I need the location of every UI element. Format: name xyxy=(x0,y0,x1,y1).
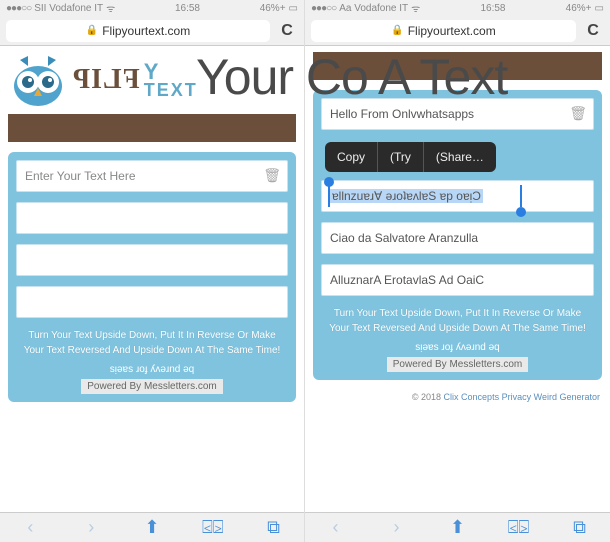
selection-bar-left xyxy=(328,185,330,207)
safari-toolbar: ‹ › ⬆︎ ⍃⍄ ⧉ xyxy=(0,512,304,542)
battery-label: 46%+ xyxy=(260,3,286,14)
address-bar: 🔒 Flipyourtext.com C xyxy=(0,16,304,46)
wifi-icon: ᯤ xyxy=(411,1,420,15)
info-text: Turn Your Text Upside Down, Put It In Re… xyxy=(16,328,288,358)
output-row-1[interactable] xyxy=(16,202,288,234)
flip-card: Enter Your Text Here 🗑 Turn Your Text Up… xyxy=(8,152,296,402)
text-input[interactable]: Enter Your Text Here 🗑 xyxy=(16,160,288,192)
selected-text: ɐllnzuɐɹ∀ ǝɹoʇɐʌlɐS ɐp oɐᴉƆ xyxy=(330,189,483,203)
bookmarks-button[interactable]: ⍃⍄ xyxy=(504,517,534,538)
output-row-2[interactable]: Ciao da Salvatore Aranzulla xyxy=(321,222,594,254)
flip-card: Hello From Onlvwhatsapps 🗑 Copy (Try (Sh… xyxy=(313,90,602,380)
share-button[interactable]: ⬆︎ xyxy=(137,517,167,538)
input-value: Hello From Onlvwhatsapps xyxy=(330,107,474,121)
status-bar: ●●●○○ SII Vodafone IT ᯤ 16:58 46%+ ▭ xyxy=(0,0,304,16)
clix-link[interactable]: Clix Concepts xyxy=(444,392,500,402)
carrier-label: SII Vodafone IT xyxy=(34,3,103,14)
weird-link[interactable]: Weird Generator xyxy=(534,392,600,402)
share-button[interactable]: (Share… xyxy=(424,142,496,172)
privacy-link[interactable]: Privacy xyxy=(502,392,532,402)
lock-icon: 🔒 xyxy=(391,25,403,36)
address-field[interactable]: 🔒 Flipyourtext.com xyxy=(311,20,576,42)
overlay-title: Your Co A Text xyxy=(196,48,507,106)
tabs-button[interactable]: ⧉ xyxy=(259,517,289,538)
url-text: Flipyourtext.com xyxy=(102,24,190,38)
ideas-link[interactable]: sᴉǝɐs ɹoɟ ʎʌǝɹnd ǝq xyxy=(321,342,594,353)
url-text: Flipyourtext.com xyxy=(408,24,496,38)
page-content: Hello From Onlvwhatsapps 🗑 Copy (Try (Sh… xyxy=(305,46,610,512)
status-bar: ●●●○○ Aa Vodafone IT ᯤ 16:58 46%+ ▭ xyxy=(305,0,610,16)
nav-bar xyxy=(8,114,296,142)
forward-button[interactable]: › xyxy=(76,517,106,538)
trash-icon[interactable]: 🗑 xyxy=(569,105,587,122)
selection-popup: Copy (Try (Share… xyxy=(325,142,496,172)
refresh-button[interactable]: C xyxy=(276,20,298,42)
forward-button[interactable]: › xyxy=(382,517,412,538)
output-row-2[interactable] xyxy=(16,244,288,276)
signal-icon: ●●●○○ xyxy=(311,3,336,14)
clock: 16:58 xyxy=(480,3,505,14)
output-row-3[interactable] xyxy=(16,286,288,318)
clock: 16:58 xyxy=(175,3,200,14)
bookmarks-button[interactable]: ⍃⍄ xyxy=(198,517,228,538)
footer-credits: © 2018 Clix Concepts Privacy Weird Gener… xyxy=(305,390,610,404)
selection-bar-right xyxy=(520,185,522,207)
trash-icon[interactable]: 🗑 xyxy=(263,167,281,184)
refresh-button[interactable]: C xyxy=(582,20,604,42)
try-button[interactable]: (Try xyxy=(378,142,424,172)
ideas-link[interactable]: sᴉǝɐs ɹoɟ ʎʌǝɹnd ǝq xyxy=(16,364,288,375)
output-row-3[interactable]: AlluznarA ErotavlaS Ad OaiC xyxy=(321,264,594,296)
signal-icon: ●●●○○ xyxy=(6,3,31,14)
page-content: FLIP Y TEXT Enter Your Text Here 🗑 Turn … xyxy=(0,46,304,512)
battery-icon: ▭ xyxy=(289,3,298,14)
battery-label: 46%+ xyxy=(566,3,592,14)
copy-button[interactable]: Copy xyxy=(325,142,378,172)
share-button[interactable]: ⬆︎ xyxy=(443,517,473,538)
flip-logo-text: FLIP xyxy=(72,64,140,96)
placeholder-text: Enter Your Text Here xyxy=(25,169,136,183)
battery-icon: ▭ xyxy=(595,3,604,14)
lock-icon: 🔒 xyxy=(86,25,98,36)
back-button[interactable]: ‹ xyxy=(321,517,351,538)
ytext-logo: Y TEXT xyxy=(144,62,198,98)
tabs-button[interactable]: ⧉ xyxy=(565,517,595,538)
powered-by[interactable]: Powered By Messletters.com xyxy=(81,379,223,394)
powered-by[interactable]: Powered By Messletters.com xyxy=(387,357,529,372)
info-text: Turn Your Text Upside Down, Put It In Re… xyxy=(321,306,594,336)
carrier-label: Aa Vodafone IT xyxy=(339,3,408,14)
address-bar: 🔒 Flipyourtext.com C xyxy=(305,16,610,46)
wifi-icon: ᯤ xyxy=(106,1,115,15)
address-field[interactable]: 🔒 Flipyourtext.com xyxy=(6,20,270,42)
popup-spacer: Copy (Try (Share… xyxy=(321,140,594,180)
owl-logo-icon xyxy=(8,52,68,108)
back-button[interactable]: ‹ xyxy=(15,517,45,538)
output-row-1[interactable]: ɐllnzuɐɹ∀ ǝɹoʇɐʌlɐS ɐp oɐᴉƆ xyxy=(321,180,594,212)
selection-handle-right-icon[interactable] xyxy=(516,207,526,217)
safari-toolbar: ‹ › ⬆︎ ⍃⍄ ⧉ xyxy=(305,512,610,542)
